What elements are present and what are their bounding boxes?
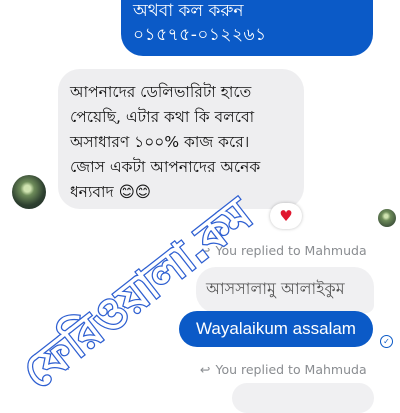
check-circle-icon: ✓	[380, 335, 393, 348]
received-message-bubble[interactable]: আপনাদের ডেলিভারিটা হাতে পেয়েছি, এটার কথ…	[58, 69, 304, 209]
phone-number-text: ০১৫৭৫-০১২২৬১	[133, 25, 267, 45]
message-text-line: পেয়েছি, এটার কথা কি বলবো	[70, 108, 255, 126]
watermark-text: ফেরিওয়ালা.কম	[12, 186, 263, 398]
message-text-line: জোস একটা আপনাদের অনেক	[70, 158, 261, 176]
message-text-line: অসাধারণ ১০০% কাজ করে।	[70, 133, 250, 151]
seen-avatar	[378, 209, 396, 227]
sent-message-bubble[interactable]: অথবা কল করুন ০১৫৭৫-০১২২৬১	[121, 0, 373, 56]
watermark-logo: ফেরিওয়ালা.কম	[11, 185, 264, 400]
message-text-line: আপনাদের ডেলিভারিটা হাতে	[70, 83, 252, 101]
reaction-glyph: ♥	[279, 207, 293, 225]
